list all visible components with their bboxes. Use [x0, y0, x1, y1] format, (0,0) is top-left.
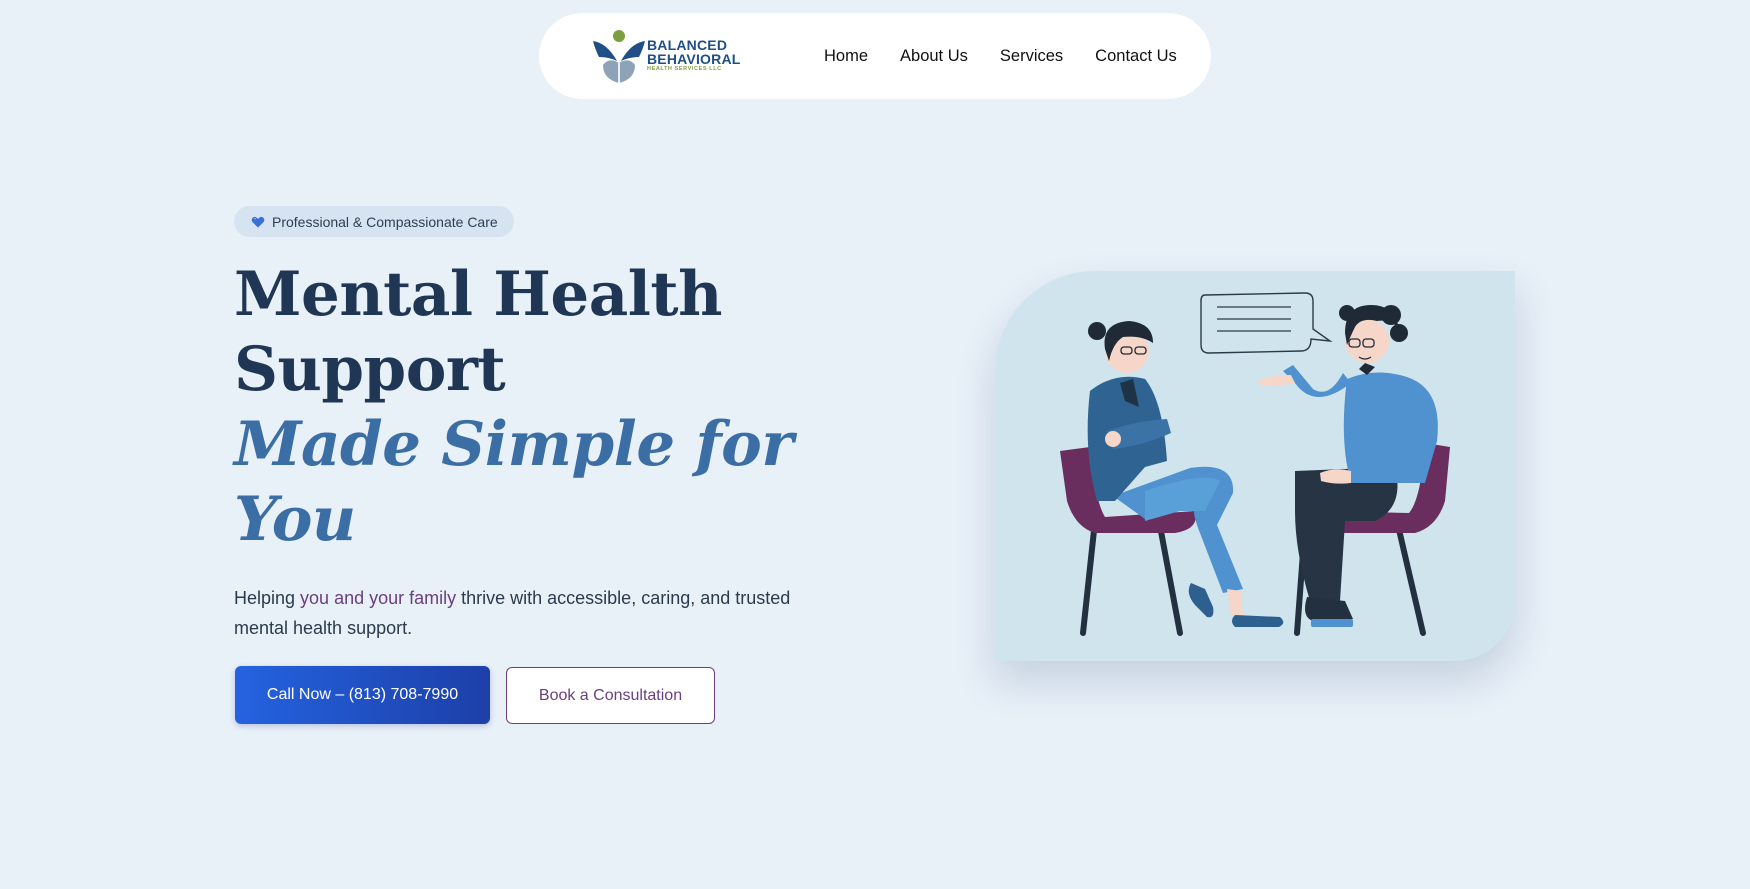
headline-accent-line-2: You: [234, 484, 356, 555]
call-now-button[interactable]: Call Now – (813) 708-7990: [235, 666, 490, 724]
therapy-session-illustration: [995, 271, 1515, 661]
nav-link-services[interactable]: Services: [1000, 47, 1063, 66]
logo-text: BALANCED BEHAVIORAL HEALTH SERVICES LLC: [647, 38, 741, 73]
logo-mark-icon: [593, 30, 645, 83]
book-consultation-button[interactable]: Book a Consultation: [506, 667, 715, 724]
speech-bubble-icon: [1200, 292, 1333, 354]
woman-figure-icon: [1087, 321, 1284, 627]
logo-line-2: BEHAVIORAL: [647, 51, 741, 67]
logo-line-3: HEALTH SERVICES LLC: [647, 66, 722, 72]
hero-subtext: Helping you and your family thrive with …: [234, 583, 804, 643]
brand-logo[interactable]: BALANCED BEHAVIORAL HEALTH SERVICES LLC: [589, 27, 741, 85]
heart-icon: [251, 216, 265, 227]
nav-link-about-us[interactable]: About Us: [900, 47, 968, 66]
subtext-part-1: Helping: [234, 588, 301, 608]
headline-line-2: Support: [234, 334, 506, 405]
top-navbar: BALANCED BEHAVIORAL HEALTH SERVICES LLC …: [539, 13, 1211, 99]
hero-headline: Mental Health Support Made Simple for Yo…: [234, 257, 834, 557]
care-badge: Professional & Compassionate Care: [234, 206, 514, 237]
badge-text: Professional & Compassionate Care: [272, 213, 498, 230]
nav-link-contact-us[interactable]: Contact Us: [1095, 47, 1177, 66]
headline-accent-line-1: Made Simple for: [234, 409, 793, 480]
logo-line-1: BALANCED: [647, 37, 728, 53]
headline-line-1: Mental Health: [234, 259, 722, 330]
subtext-highlight: you and your family: [300, 588, 457, 608]
nav-links: Home About Us Services Contact Us: [824, 13, 1177, 99]
nav-link-home[interactable]: Home: [824, 47, 868, 66]
